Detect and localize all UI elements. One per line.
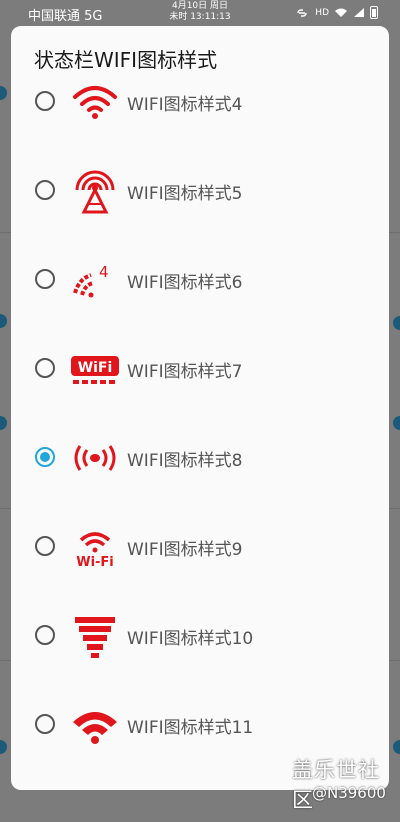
wifi-style-11-icon xyxy=(73,712,117,744)
option-label: WIFI图标样式11 xyxy=(127,718,254,738)
radio-button[interactable] xyxy=(35,358,55,378)
svg-text:WiFi: WiFi xyxy=(78,360,113,376)
wifi-style-7-icon: WiFi xyxy=(71,356,119,384)
radio-button[interactable] xyxy=(35,536,55,556)
wifi-style-10-icon xyxy=(75,617,115,658)
wifi-style-8-icon xyxy=(74,445,116,471)
bg-toggle-dot xyxy=(0,740,7,754)
option-label: WIFI图标样式9 xyxy=(127,540,243,560)
option-wifi-style-6[interactable]: 4 WIFI图标样式6 xyxy=(11,235,389,324)
watermark-user: @N39600 xyxy=(312,784,386,802)
status-wifi-icon xyxy=(335,8,347,17)
hd-icon: HD xyxy=(315,7,329,18)
option-label: WIFI图标样式8 xyxy=(127,451,243,471)
bg-toggle-dot xyxy=(393,416,400,430)
svg-text:4: 4 xyxy=(99,263,109,281)
option-label: WIFI图标样式7 xyxy=(127,362,243,382)
wifi-style-5-icon xyxy=(75,170,115,214)
bg-toggle-dot xyxy=(0,314,7,328)
svg-text:Wi-Fi: Wi-Fi xyxy=(76,555,114,570)
bg-toggle-dot xyxy=(0,86,7,100)
radio-button[interactable] xyxy=(35,269,55,289)
wifi-style-4-icon xyxy=(73,86,117,119)
signal-icon xyxy=(354,8,364,17)
status-bar: 中国联通 5G 4月10日 周日 未时 13:11:13 HD xyxy=(0,0,400,26)
radio-button-checked[interactable] xyxy=(35,447,55,467)
bg-toggle-dot xyxy=(393,740,400,754)
option-wifi-style-8[interactable]: WIFI图标样式8 xyxy=(11,413,389,502)
radio-button[interactable] xyxy=(35,180,55,200)
option-wifi-style-7[interactable]: WiFi WIFI图标样式7 xyxy=(11,324,389,413)
wifi-icon-style-dialog: 状态栏WIFI图标样式 WIFI图标样式4 WIFI图标样式5 4 WIFI图标… xyxy=(11,26,389,790)
bg-toggle-dot xyxy=(0,416,7,430)
radio-button[interactable] xyxy=(35,91,55,111)
radio-button[interactable] xyxy=(35,714,55,734)
option-label: WIFI图标样式4 xyxy=(127,95,243,115)
option-wifi-style-4[interactable]: WIFI图标样式4 xyxy=(11,57,389,146)
option-label: WIFI图标样式5 xyxy=(127,184,243,204)
bg-toggle-dot xyxy=(393,316,400,330)
option-label: WIFI图标样式6 xyxy=(127,273,243,293)
wifi-style-6-icon: 4 xyxy=(73,263,109,298)
battery-icon xyxy=(370,6,378,19)
link-icon xyxy=(297,8,308,17)
option-wifi-style-10[interactable]: WIFI图标样式10 xyxy=(11,591,389,680)
radio-button[interactable] xyxy=(35,625,55,645)
system-icons: HD xyxy=(294,6,378,19)
option-wifi-style-5[interactable]: WIFI图标样式5 xyxy=(11,146,389,235)
option-label: WIFI图标样式10 xyxy=(127,629,254,649)
wifi-style-9-icon: Wi-Fi xyxy=(76,532,114,570)
option-wifi-style-9[interactable]: Wi-Fi WIFI图标样式9 xyxy=(11,502,389,591)
